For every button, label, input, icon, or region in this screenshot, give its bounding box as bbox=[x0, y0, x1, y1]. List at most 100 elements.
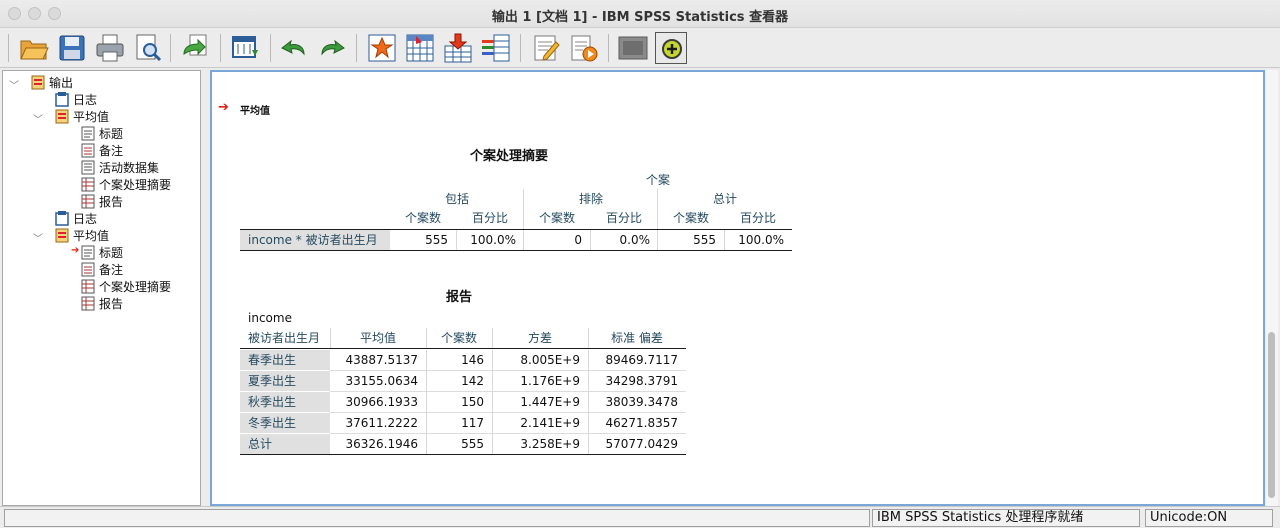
title-icon bbox=[81, 126, 95, 141]
tree-node-title[interactable]: 标题 bbox=[81, 126, 123, 142]
redo-icon[interactable] bbox=[316, 32, 348, 64]
output-book-icon bbox=[31, 75, 45, 90]
summary-cell: 555 bbox=[425, 233, 448, 247]
divider bbox=[523, 230, 524, 250]
log-icon bbox=[55, 92, 69, 107]
divider bbox=[492, 350, 493, 454]
split-file-icon[interactable] bbox=[480, 32, 512, 64]
summary-row-label: income * 被访者出生月 bbox=[240, 230, 390, 250]
table-rule bbox=[240, 348, 686, 349]
report-dependent-label: income bbox=[248, 311, 292, 325]
report-row-label: 夏季出生 bbox=[240, 371, 330, 391]
tree-node-active-dataset[interactable]: 活动数据集 bbox=[81, 160, 159, 176]
tree-node-report[interactable]: 报告 bbox=[81, 194, 123, 210]
goto-variable-icon[interactable] bbox=[404, 32, 436, 64]
collapse-chevron-icon[interactable]: ﹀ bbox=[33, 230, 43, 245]
toolbar-grip bbox=[8, 34, 9, 62]
summary-group-header: 包括 bbox=[444, 192, 469, 206]
divider bbox=[330, 328, 331, 348]
report-cell: 38039.3478 bbox=[605, 395, 678, 409]
summary-cell: 100.0% bbox=[738, 233, 784, 247]
divider bbox=[588, 328, 589, 348]
window-title: 输出 1 [文档 1] - IBM SPSS Statistics 查看器 bbox=[491, 10, 789, 25]
print-icon[interactable] bbox=[94, 32, 126, 64]
report-cell: 142 bbox=[461, 374, 484, 388]
scrollbar-thumb[interactable] bbox=[1268, 332, 1275, 498]
summary-table-title: 个案处理摘要 bbox=[470, 149, 549, 164]
output-content-pane[interactable]: ➔ 平均值 个案处理摘要 个案 包括 排除 总计 个案数 百分比 个案数 百分比… bbox=[210, 70, 1265, 506]
divider bbox=[657, 230, 658, 250]
tree-node-notes[interactable]: 备注 bbox=[81, 143, 123, 159]
select-cases-icon[interactable] bbox=[530, 32, 562, 64]
unicode-status: Unicode:ON bbox=[1145, 509, 1273, 527]
summary-cell: 100.0% bbox=[470, 233, 516, 247]
pane-splitter[interactable] bbox=[202, 70, 209, 506]
collapse-chevron-icon[interactable]: ﹀ bbox=[9, 77, 19, 92]
notes-icon bbox=[81, 143, 95, 158]
tree-node-case-summary[interactable]: 个案处理摘要 bbox=[81, 177, 171, 193]
goto-data-icon[interactable] bbox=[230, 32, 262, 64]
divider bbox=[588, 350, 589, 454]
tree-node-log[interactable]: 日志 bbox=[55, 92, 97, 108]
report-cell: 150 bbox=[461, 395, 484, 409]
summary-column-header: 百分比 bbox=[605, 211, 642, 225]
report-cell: 8.005E+9 bbox=[520, 353, 580, 367]
tree-node-title[interactable]: 标题 bbox=[81, 245, 123, 261]
tree-node-log[interactable]: 日志 bbox=[55, 211, 97, 227]
toolbar-separator bbox=[220, 34, 221, 62]
tree-node-report[interactable]: 报告 bbox=[81, 296, 123, 312]
divider bbox=[426, 328, 427, 348]
print-preview-icon[interactable] bbox=[132, 32, 164, 64]
summary-column-header: 百分比 bbox=[739, 211, 776, 225]
table-icon bbox=[81, 177, 95, 192]
summary-column-header: 百分比 bbox=[471, 211, 508, 225]
divider bbox=[492, 328, 493, 348]
export-icon[interactable] bbox=[180, 32, 212, 64]
report-cell: 57077.0429 bbox=[605, 437, 678, 451]
current-item-arrow-icon: ➔ bbox=[71, 245, 80, 256]
report-column-header: 方差 bbox=[527, 331, 552, 345]
report-cell: 1.447E+9 bbox=[520, 395, 580, 409]
insert-variable-icon[interactable] bbox=[442, 32, 474, 64]
tree-node-means[interactable]: 平均值 bbox=[55, 109, 109, 125]
add-icon[interactable] bbox=[655, 32, 687, 64]
toolbar-separator bbox=[608, 34, 609, 62]
report-table-title: 报告 bbox=[446, 290, 473, 305]
summary-column-header: 个案数 bbox=[538, 211, 575, 225]
tree-node-case-summary[interactable]: 个案处理摘要 bbox=[81, 279, 171, 295]
log-icon bbox=[55, 211, 69, 226]
summary-column-header: 个案数 bbox=[404, 211, 441, 225]
report-column-header: 标准 偏差 bbox=[611, 331, 663, 345]
value-labels-icon[interactable] bbox=[568, 32, 600, 64]
divider bbox=[724, 230, 725, 250]
outline-pane[interactable]: ﹀ 输出 日志 ﹀ 平均值 标题 备注 活动数据集 个案处理摘要 报告 日志 ﹀… bbox=[2, 70, 201, 506]
title-icon bbox=[81, 245, 95, 260]
procedure-book-icon bbox=[55, 109, 69, 124]
report-cell: 117 bbox=[461, 416, 484, 430]
save-icon[interactable] bbox=[56, 32, 88, 64]
summary-column-header: 个案数 bbox=[672, 211, 709, 225]
report-cell: 555 bbox=[461, 437, 484, 451]
tree-node-means[interactable]: 平均值 bbox=[55, 228, 109, 244]
report-cell: 43887.5137 bbox=[345, 353, 418, 367]
goto-case-icon[interactable] bbox=[366, 32, 398, 64]
report-cell: 146 bbox=[461, 353, 484, 367]
collapse-chevron-icon[interactable]: ﹀ bbox=[33, 111, 43, 126]
report-row-label: 春季出生 bbox=[240, 350, 330, 370]
report-column-header: 平均值 bbox=[359, 331, 396, 345]
undo-icon[interactable] bbox=[278, 32, 310, 64]
designate-window-icon[interactable] bbox=[617, 32, 649, 64]
report-row-label: 冬季出生 bbox=[240, 413, 330, 433]
open-icon[interactable] bbox=[18, 32, 50, 64]
report-cell: 2.141E+9 bbox=[520, 416, 580, 430]
toolbar bbox=[0, 28, 1280, 68]
summary-cell: 0 bbox=[574, 233, 582, 247]
tree-node-notes[interactable]: 备注 bbox=[81, 262, 123, 278]
report-cell: 33155.0634 bbox=[345, 374, 418, 388]
status-empty-field bbox=[4, 509, 870, 527]
table-rule bbox=[240, 454, 686, 455]
tree-node-output[interactable]: 输出 bbox=[31, 75, 73, 91]
toolbar-separator bbox=[170, 34, 171, 62]
report-row-label: 秋季出生 bbox=[240, 392, 330, 412]
procedure-book-icon bbox=[55, 228, 69, 243]
